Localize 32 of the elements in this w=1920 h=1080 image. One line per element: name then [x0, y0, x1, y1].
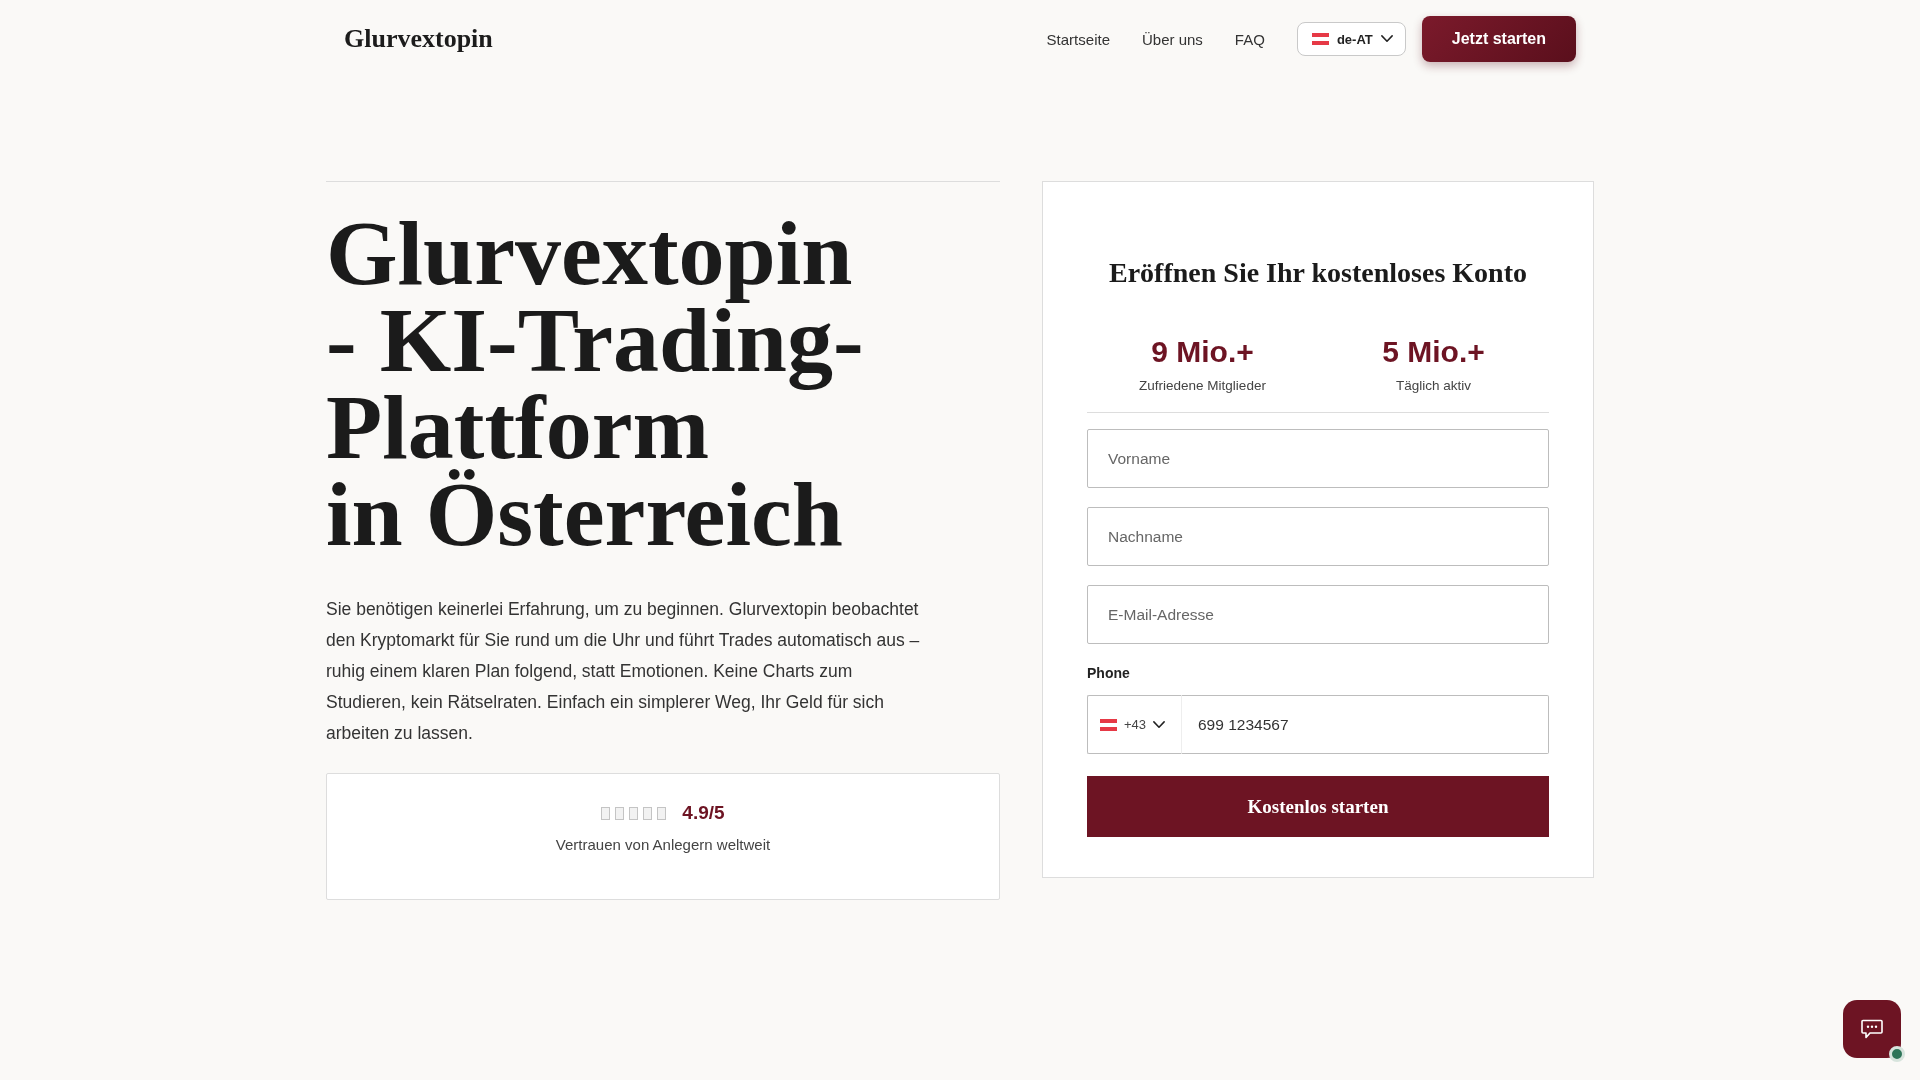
stat-label: Zufriedene Mitglieder [1139, 378, 1266, 393]
text-input-field[interactable]: Nachname [1087, 507, 1549, 566]
chevron-down-icon [1380, 35, 1393, 43]
text-input-field[interactable]: E-Mail-Adresse [1087, 585, 1549, 644]
rating-score: 4.9/5 [682, 802, 725, 824]
chat-bubble-icon [1861, 1019, 1883, 1039]
missing-glyph-icon [601, 806, 611, 820]
text-input-field[interactable]: Vorname [1087, 429, 1549, 488]
nav-link[interactable]: FAQ [1234, 30, 1265, 48]
missing-glyph-icon [643, 806, 653, 820]
language-select[interactable]: de-AT [1296, 22, 1406, 56]
site-logo[interactable]: Glurvextopin [344, 24, 493, 54]
chevron-down-icon [1153, 720, 1166, 729]
signup-title: Eröffnen Sie Ihr kostenloses Konto [1108, 256, 1528, 290]
phone-label: Phone [1087, 665, 1131, 681]
phone-input-field[interactable]: 699 1234567 [1181, 695, 1549, 754]
missing-glyph-icon [615, 806, 625, 820]
country-code-select[interactable]: +43 [1087, 695, 1181, 754]
nav-link[interactable]: Über uns [1142, 30, 1203, 48]
submit-button[interactable]: Kostenlos starten [1087, 776, 1549, 837]
missing-glyph-icon [629, 806, 639, 820]
rating-caption: Vertrauen von Anlegern weltweit [555, 836, 771, 853]
stat-value: 5 Mio.+ [1382, 334, 1485, 370]
austria-flag-icon [1311, 33, 1329, 45]
start-button[interactable]: Jetzt starten [1421, 16, 1576, 62]
nav-link[interactable]: Startseite [1046, 30, 1110, 48]
austria-flag-icon [1100, 718, 1117, 731]
missing-glyph-icon [657, 806, 667, 820]
hero-description: Sie benötigen keinerlei Erfahrung, um zu beginnen. Glurvextopin beobachtet den Kryptomarkt für Sie rund um die Uhr und führt Trades automatisch aus – ruhig einem klaren Plan folgend, statt Emotionen. Keine Charts zum Studieren, kein Rätselraten. Einfach ein simplerer Weg, Ihr Geld für sich arbeiten zu lassen. [326, 598, 921, 745]
stat-label: Täglich aktiv [1396, 378, 1471, 393]
hero-title: Glurvextopin - KI-Trading-Plattform in Österreich [326, 210, 865, 558]
stat-value: 9 Mio.+ [1151, 334, 1254, 370]
